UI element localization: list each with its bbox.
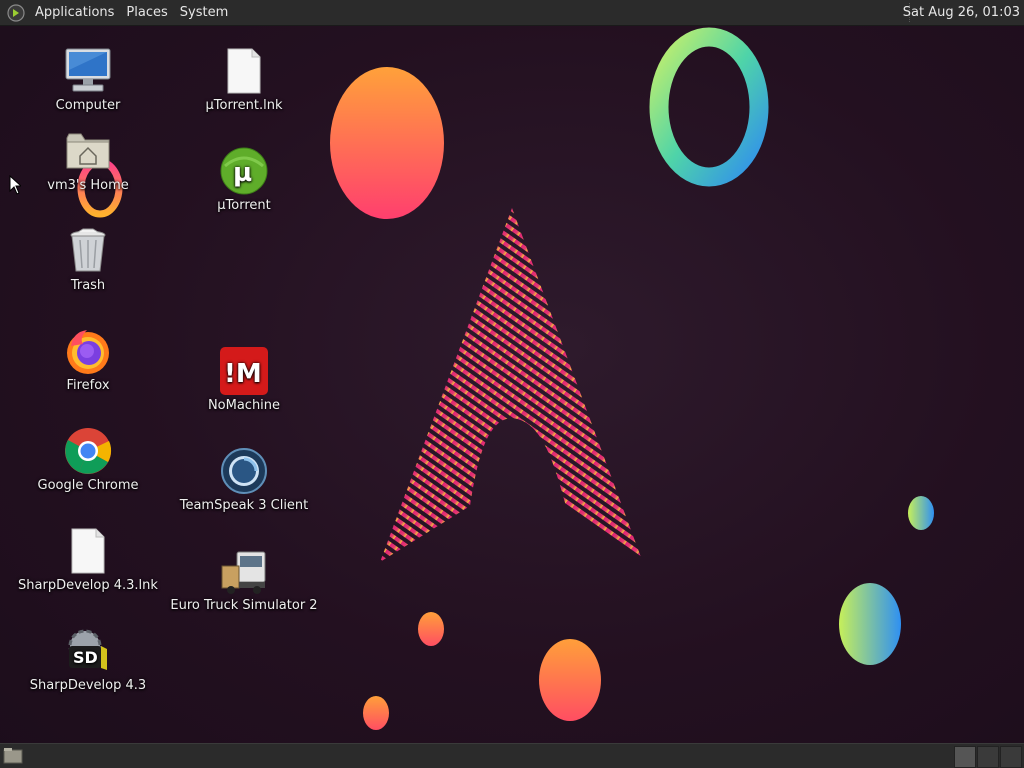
utorrent-icon: µ bbox=[220, 147, 268, 195]
chrome-icon bbox=[65, 428, 112, 474]
desktop-icon-label: SharpDevelop 4.3 bbox=[29, 678, 147, 693]
desktop-icon-sharpdevelop[interactable]: SD SharpDevelop 4.3 bbox=[13, 626, 163, 694]
truck-icon bbox=[221, 551, 266, 594]
teamspeak-icon bbox=[221, 448, 267, 494]
applications-menu[interactable]: Applications bbox=[29, 0, 120, 25]
top-panel: Applications Places System Sat Aug 26, 0… bbox=[0, 0, 1024, 26]
file-icon bbox=[71, 528, 105, 574]
nomachine-icon: !M bbox=[220, 347, 268, 395]
desktop-icon-trash[interactable]: Trash bbox=[13, 226, 163, 294]
desktop-icon-label: Firefox bbox=[66, 378, 110, 393]
desktop-icon-label: Google Chrome bbox=[37, 478, 139, 493]
mouse-cursor-icon bbox=[9, 175, 21, 195]
desktop-icon-label: Euro Truck Simulator 2 bbox=[170, 598, 318, 613]
desktop-icon-utorrent-lnk[interactable]: μTorrent.lnk bbox=[169, 46, 319, 114]
svg-text:SD: SD bbox=[73, 648, 98, 667]
desktop-icon-label: Trash bbox=[70, 278, 106, 293]
distro-logo-icon[interactable] bbox=[7, 3, 25, 22]
workspace-1[interactable] bbox=[954, 746, 976, 768]
system-menu[interactable]: System bbox=[174, 0, 234, 25]
desktop-icon-chrome[interactable]: Google Chrome bbox=[13, 426, 163, 494]
desktop-icon-computer[interactable]: Computer bbox=[13, 46, 163, 114]
firefox-icon bbox=[67, 330, 109, 374]
file-icon bbox=[227, 48, 261, 94]
svg-text:!M: !M bbox=[224, 359, 262, 389]
desktop-icon-utorrent[interactable]: µ μTorrent bbox=[169, 146, 319, 214]
desktop[interactable]: Applications Places System Sat Aug 26, 0… bbox=[0, 0, 1024, 768]
svg-text:µ: µ bbox=[233, 158, 252, 188]
desktop-icon-euro-truck[interactable]: Euro Truck Simulator 2 bbox=[169, 546, 319, 614]
sharpdevelop-icon: SD bbox=[68, 629, 107, 670]
desktop-icon-firefox[interactable]: Firefox bbox=[13, 326, 163, 394]
desktop-icon-label: Computer bbox=[55, 98, 121, 113]
bottom-panel bbox=[0, 743, 1024, 768]
workspace-switcher[interactable] bbox=[954, 746, 1022, 768]
workspace-2[interactable] bbox=[977, 746, 999, 768]
clock[interactable]: Sat Aug 26, 01:03 bbox=[903, 0, 1020, 25]
trash-icon bbox=[70, 228, 106, 272]
desktop-icon-nomachine[interactable]: !M NoMachine bbox=[169, 346, 319, 414]
workspace-3[interactable] bbox=[1000, 746, 1022, 768]
desktop-icon-label: TeamSpeak 3 Client bbox=[179, 498, 309, 513]
show-desktop-icon[interactable] bbox=[3, 747, 23, 765]
computer-icon bbox=[65, 48, 111, 92]
desktop-icon-label: NoMachine bbox=[207, 398, 281, 413]
desktop-icon-teamspeak[interactable]: TeamSpeak 3 Client bbox=[169, 446, 319, 514]
desktop-icon-label: μTorrent.lnk bbox=[205, 98, 283, 113]
desktop-icon-sharpdevelop-lnk[interactable]: SharpDevelop 4.3.lnk bbox=[13, 526, 163, 594]
desktop-icon-label: vm3's Home bbox=[47, 178, 129, 193]
desktop-icon-label: μTorrent bbox=[217, 198, 271, 213]
home-folder-icon bbox=[66, 133, 110, 169]
desktop-icon-label: SharpDevelop 4.3.lnk bbox=[18, 578, 158, 593]
desktop-icon-home[interactable]: vm3's Home bbox=[13, 126, 163, 194]
places-menu[interactable]: Places bbox=[120, 0, 173, 25]
